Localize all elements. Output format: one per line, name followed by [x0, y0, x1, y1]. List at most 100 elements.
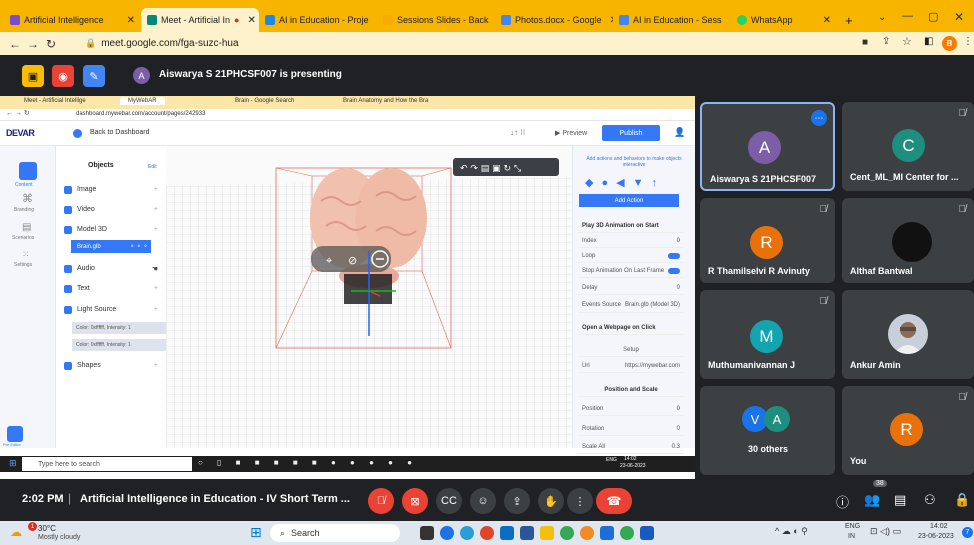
rotation-value[interactable]: 0 — [677, 426, 680, 432]
close-icon[interactable]: ✕ — [819, 15, 831, 26]
index-value[interactable]: 0 — [677, 238, 680, 244]
nav-pre-editor[interactable]: Pre Editor — [3, 442, 21, 447]
add-icon[interactable]: + — [154, 206, 158, 213]
open-webpage-row[interactable]: Open a Webpage on Click — [578, 322, 684, 335]
minimize-icon[interactable]: — — [902, 10, 913, 22]
taskbar-lang[interactable]: ENG — [845, 523, 860, 530]
tab-0[interactable]: Artificial Intelligence ✕ — [4, 8, 141, 32]
system-tray-icons[interactable]: ^ ☁ ◐ ⚲ — [775, 526, 808, 537]
app-icon[interactable] — [600, 526, 614, 540]
edit-icon[interactable]: ✎ — [83, 65, 105, 87]
object-video[interactable]: Video + — [64, 203, 158, 216]
more-options-icon[interactable]: ⋯ — [811, 110, 827, 126]
object-audio[interactable]: Audio ☚ — [64, 262, 158, 275]
edge-icon[interactable] — [440, 526, 454, 540]
activities-icon[interactable]: ⚇ — [924, 492, 936, 508]
window-close-icon[interactable]: ✕ — [954, 10, 964, 24]
sidepanel-icon[interactable]: ◧ — [924, 36, 933, 47]
record-icon[interactable]: ◉ — [52, 65, 74, 87]
taskbar-time[interactable]: 14:02 — [930, 523, 948, 530]
position-row[interactable]: Position 0 — [578, 403, 684, 416]
tab-search-icon[interactable]: ⌄ — [878, 12, 886, 23]
object-image[interactable]: Image + — [64, 183, 158, 196]
position-scale-row[interactable]: Position and Scale — [578, 384, 684, 397]
close-icon[interactable]: ✕ — [243, 15, 255, 26]
back-arrow-icon[interactable] — [73, 129, 82, 138]
bookmark-star-icon[interactable]: ☆ — [902, 35, 912, 48]
add-icon[interactable]: + — [154, 285, 158, 292]
back-icon[interactable]: ← — [6, 37, 24, 51]
add-icon[interactable]: + — [154, 226, 158, 233]
object-brain-glb[interactable]: Brain.glb ⚬ ⚬ ⚬ — [71, 240, 151, 253]
loop-row[interactable]: Loop — [578, 250, 684, 263]
camera-icon[interactable]: ■ — [862, 37, 868, 48]
object-model-3d[interactable]: Model 3D + — [64, 223, 158, 236]
url-input[interactable]: https://mywebar.com — [625, 363, 680, 369]
app-icon[interactable] — [480, 526, 494, 540]
scenarios-nav-icon[interactable]: ▤ — [22, 222, 31, 233]
position-value[interactable]: 0 — [677, 406, 680, 412]
chrome-icon[interactable] — [460, 526, 474, 540]
action-type-icons[interactable]: ◆●◀▼↑ — [585, 176, 665, 189]
publish-button[interactable]: Publish — [602, 125, 660, 141]
settings-nav-icon[interactable]: ⁙ — [22, 249, 30, 260]
nav-scenarios[interactable]: Scenarios — [12, 235, 34, 241]
undo-redo-icons[interactable]: ↓↑ ⁝⁝ — [510, 128, 525, 137]
taskbar-search[interactable]: ⌕ Search — [270, 524, 400, 542]
task-view-icon[interactable] — [420, 526, 434, 540]
content-nav-icon[interactable] — [19, 162, 37, 180]
rotation-row[interactable]: Rotation 0 — [578, 423, 684, 436]
add-icon[interactable]: + — [154, 306, 158, 313]
participant-tile-althaf[interactable]: 🎙̸ Althaf Bantwal — [842, 198, 974, 283]
branding-nav-icon[interactable]: ⌘ — [22, 192, 33, 205]
participant-tile-muthumanivannan[interactable]: M 🎙̸ Muthumanivannan J — [700, 290, 835, 379]
tab-3[interactable]: Sessions Slides - Back ✕ — [377, 8, 495, 32]
objects-edit-link[interactable]: Edit — [148, 164, 157, 170]
stop-animation-row[interactable]: Stop Animation On Last Frame — [578, 265, 684, 278]
notification-badge[interactable]: 7 — [962, 527, 973, 538]
delay-value[interactable]: 0 — [677, 285, 680, 291]
scale-value[interactable]: 0.3 — [672, 444, 680, 450]
preview-button[interactable]: ▶ Preview — [555, 129, 587, 137]
chrome-icon[interactable] — [620, 526, 634, 540]
forward-icon[interactable]: → — [24, 37, 42, 51]
participant-tile-ankur[interactable]: Ankur Amin — [842, 290, 974, 379]
light-item[interactable]: Color: 0xffffff, Intensity: 1 — [72, 339, 166, 351]
setup-row[interactable]: Setup — [578, 344, 684, 357]
object-actions-icons[interactable]: ⚬ ⚬ ⚬ — [130, 243, 151, 250]
tab-4[interactable]: Photos.docx - Google ✕ — [495, 8, 613, 32]
scene-viewport[interactable]: ⌖ ⊘ ↶ ↷ ▤ ▣ ↻ ⤡ — [166, 146, 572, 448]
reload-icon[interactable]: ↻ — [42, 37, 60, 51]
word-icon[interactable] — [640, 526, 654, 540]
maximize-icon[interactable]: ▢ — [928, 10, 938, 23]
delay-row[interactable]: Delay 0 — [578, 282, 684, 295]
menu-kebab-icon[interactable]: ⋮ — [963, 36, 973, 47]
windows-start-icon[interactable]: ⊞ — [250, 524, 262, 541]
new-tab-button[interactable]: + — [839, 8, 859, 32]
add-icon[interactable]: + — [154, 186, 158, 193]
index-row[interactable]: Index 0 — [578, 235, 684, 248]
taskbar-date[interactable]: 23-06-2023 — [918, 533, 954, 540]
info-icon[interactable]: ⓘ — [836, 492, 849, 511]
participant-tile-cent[interactable]: C 🎙̸ Cent_ML_MI Center for ... — [842, 102, 974, 191]
scene-tool-icons[interactable]: ↶ ↷ ▤ ▣ ↻ ⤡ — [460, 164, 521, 174]
add-action-button[interactable]: Add Action — [579, 194, 679, 207]
present-button[interactable]: ⇪ — [504, 488, 530, 514]
chrome-icon[interactable] — [560, 526, 574, 540]
raise-hand-button[interactable]: ✋ — [538, 488, 564, 514]
people-icon[interactable]: 👥 — [864, 492, 880, 508]
explorer-icon[interactable] — [540, 526, 554, 540]
object-text[interactable]: Text + — [64, 282, 158, 295]
share-icon[interactable]: ⇪ — [882, 36, 890, 47]
nav-settings[interactable]: Settings — [14, 262, 32, 268]
participant-tile-aiswarya[interactable]: A ⋯ Aiswarya S 21PHCSF007 — [700, 102, 835, 191]
mic-off-button[interactable]: 🎙̸ — [368, 488, 394, 514]
nav-content[interactable]: Content — [15, 182, 33, 188]
weather-icon[interactable]: ☁ — [10, 525, 22, 539]
close-icon[interactable]: ✕ — [123, 15, 135, 26]
light-item[interactable]: Color: 0xffffff, Intensity: 1 — [72, 322, 166, 334]
tab-2[interactable]: AI in Education - Proje ✕ — [259, 8, 377, 32]
tab-5[interactable]: AI in Education - Sess ✕ — [613, 8, 731, 32]
user-icon[interactable]: 👤 — [674, 127, 685, 138]
word-icon[interactable] — [520, 526, 534, 540]
